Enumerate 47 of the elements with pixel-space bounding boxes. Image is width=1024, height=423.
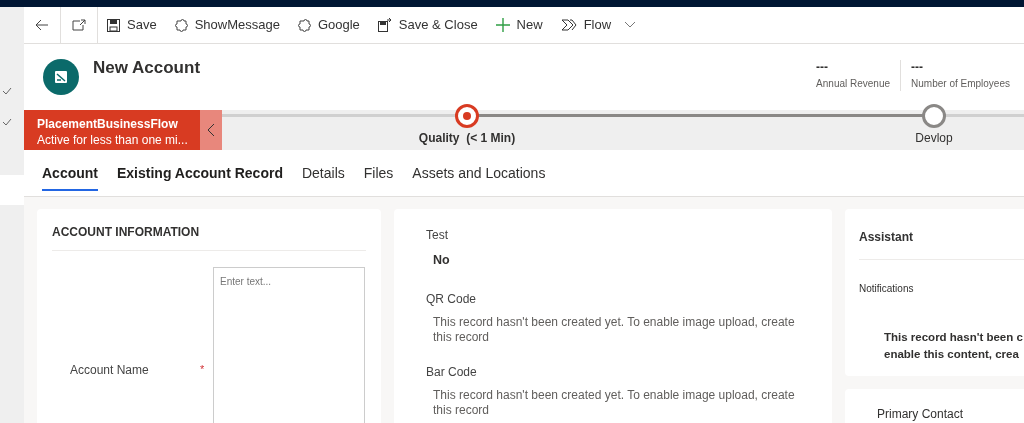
save-icon: [107, 18, 120, 32]
info-message: enable this content, crea: [884, 347, 1020, 362]
field-label: Number of Employees: [911, 77, 1010, 91]
field-label: QR Code: [426, 290, 478, 308]
tab[interactable]: Account: [42, 149, 98, 197]
card-title: Assistant: [859, 228, 1024, 260]
chevron-left-icon: [207, 123, 215, 137]
toolbar-button[interactable]: ShowMessage: [165, 6, 289, 44]
section-title: ACCOUNT INFORMATION: [52, 223, 366, 251]
stage-label[interactable]: Devlop: [915, 129, 953, 147]
flow-icon: [560, 19, 577, 31]
popout-icon: [72, 19, 86, 31]
check-icon: [2, 118, 12, 126]
puzzle-icon: [297, 18, 311, 32]
info-message: This record hasn't been created yet. To enable image upload, create this record: [432, 314, 796, 346]
card-title: Primary Contact: [877, 406, 965, 423]
check-icon: [2, 87, 12, 95]
toolbar-button[interactable]: Google: [288, 6, 369, 44]
save-close-icon: [377, 18, 392, 32]
account-name-field[interactable]: Enter text...: [213, 267, 365, 423]
toolbar-button[interactable]: Flow: [551, 6, 621, 44]
tab[interactable]: Details: [301, 149, 345, 197]
tab[interactable]: Assets and Locations: [412, 149, 546, 197]
process-status: Active for less than one mi...: [37, 132, 187, 148]
field-value: No: [432, 252, 451, 269]
process-name: PlacementBusinessFlow: [37, 116, 179, 132]
account-avatar: [43, 59, 79, 95]
info-message: This record hasn't been created yet. To enable image upload, create this record: [432, 387, 796, 419]
toolbar-button[interactable]: New: [486, 6, 552, 44]
record-title: New Account: [93, 57, 201, 79]
toolbar-button[interactable]: Save & Close: [368, 6, 487, 44]
puzzle-icon: [174, 18, 188, 32]
plus-icon: [495, 18, 510, 32]
field-label: Annual Revenue: [816, 77, 891, 91]
field-value: ---: [911, 60, 925, 74]
field-label: Account Name: [70, 362, 150, 379]
back-icon: [35, 19, 49, 31]
field-label: Test: [426, 227, 449, 244]
tab[interactable]: Existing Account Record: [117, 149, 283, 197]
section-title: Notifications: [859, 282, 915, 296]
stage-label[interactable]: Quality (< 1 Min): [418, 129, 516, 147]
required-mark: *: [200, 362, 205, 377]
tab[interactable]: Files: [363, 149, 394, 197]
info-message: This record hasn't been c: [884, 330, 1024, 345]
field-value: ---: [816, 60, 830, 74]
field-label: Bar Code: [426, 363, 478, 381]
toolbar-button[interactable]: Save: [98, 6, 166, 44]
